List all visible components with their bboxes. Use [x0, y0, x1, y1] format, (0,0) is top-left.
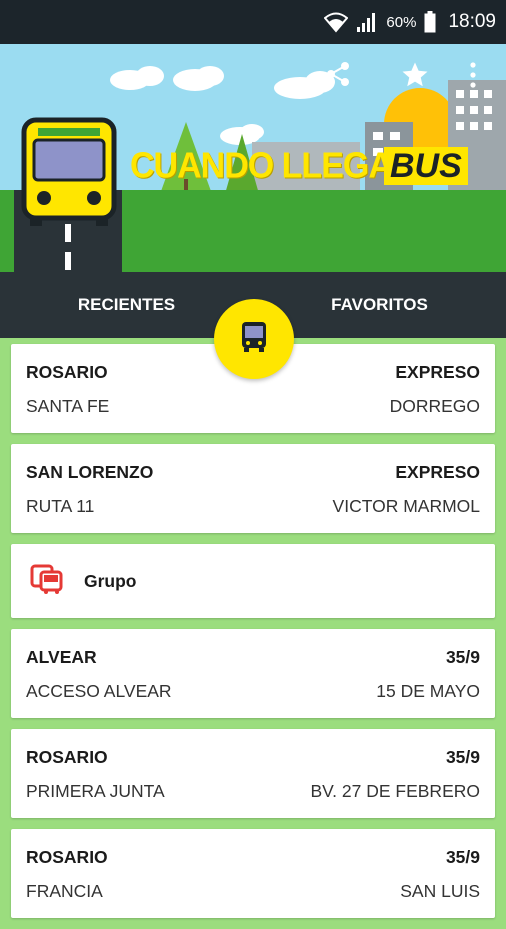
list-item[interactable]: ROSARIO 35/9 PRIMERA JUNTA BV. 27 DE FEBRE…	[11, 729, 495, 818]
list-item[interactable]: ROSARIO 35/9 FRANCIA SAN LUIS	[11, 829, 495, 918]
bus-fab-button[interactable]	[214, 299, 294, 379]
route-city: ROSARIO	[26, 362, 108, 382]
route-from: SANTA FE	[26, 396, 110, 416]
route-to: VICTOR MARMOL	[332, 496, 480, 516]
route-to: DORREGO	[389, 396, 480, 416]
group-item[interactable]: Grupo	[11, 544, 495, 618]
route-from: ACCESO ALVEAR	[26, 681, 172, 701]
routes-list: ROSARIO EXPRESO SANTA FE DORREGO SAN LOREN…	[11, 344, 495, 929]
route-line: EXPRESO	[395, 362, 480, 382]
list-item[interactable]: SAN LORENZO EXPRESO RUTA 11 VICTOR MARMOL	[11, 444, 495, 533]
group-label: Grupo	[84, 570, 137, 591]
signal-icon	[356, 11, 378, 33]
route-city: ALVEAR	[26, 647, 97, 667]
header-banner: CUANDO LLEGA BUS	[0, 44, 506, 272]
list-item[interactable]: ALVEAR 35/9 ACCESO ALVEAR 15 DE MAYO	[11, 629, 495, 718]
route-city: ROSARIO	[26, 747, 108, 767]
route-line: EXPRESO	[395, 462, 480, 482]
app-title: CUANDO LLEGA	[130, 146, 393, 186]
battery-percentage: 60%	[386, 13, 417, 31]
route-from: PRIMERA JUNTA	[26, 781, 165, 801]
route-from: FRANCIA	[26, 881, 103, 901]
buses-group-icon	[30, 564, 64, 599]
route-city: SAN LORENZO	[26, 462, 154, 482]
route-to: SAN LUIS	[400, 881, 480, 901]
route-to: BV. 27 DE FEBRERO	[310, 781, 480, 801]
route-line: 35/9	[445, 847, 480, 867]
route-to: 15 DE MAYO	[376, 681, 480, 701]
clock: 18:09	[448, 11, 496, 32]
route-line: 35/9	[445, 647, 480, 667]
app-title-bus: BUS	[384, 147, 468, 185]
wifi-icon	[324, 11, 349, 33]
route-city: ROSARIO	[26, 847, 108, 867]
status-bar: 60% 18:09	[0, 0, 506, 44]
route-from: RUTA 11	[26, 496, 95, 516]
route-line: 35/9	[445, 747, 480, 767]
bus-icon	[237, 320, 271, 359]
battery-icon	[424, 11, 436, 33]
